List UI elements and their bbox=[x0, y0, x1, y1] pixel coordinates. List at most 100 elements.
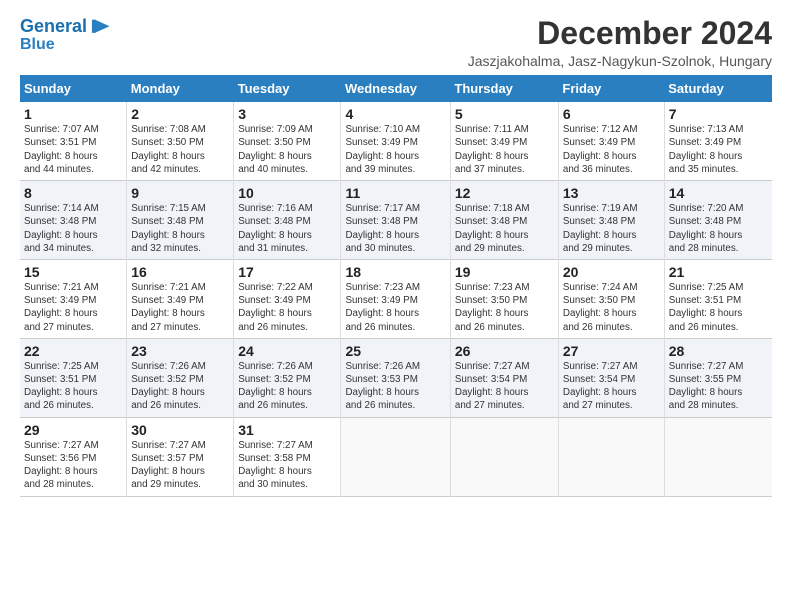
day-cell: 10 Sunrise: 7:16 AM Sunset: 3:48 PM Dayli… bbox=[234, 181, 341, 260]
day-detail: Sunrise: 7:27 AM Sunset: 3:57 PM Dayligh… bbox=[131, 440, 206, 491]
day-number: 9 bbox=[131, 185, 229, 201]
day-detail: Sunrise: 7:27 AM Sunset: 3:55 PM Dayligh… bbox=[669, 361, 744, 412]
day-number: 7 bbox=[669, 106, 768, 122]
day-detail: Sunrise: 7:16 AM Sunset: 3:48 PM Dayligh… bbox=[238, 203, 313, 254]
day-number: 6 bbox=[563, 106, 660, 122]
day-number: 5 bbox=[455, 106, 554, 122]
day-number: 15 bbox=[24, 264, 122, 280]
location: Jaszjakohalma, Jasz-Nagykun-Szolnok, Hun… bbox=[468, 53, 772, 69]
week-row-3: 15 Sunrise: 7:21 AM Sunset: 3:49 PM Dayli… bbox=[20, 259, 772, 338]
day-cell: 3 Sunrise: 7:09 AM Sunset: 3:50 PM Daylig… bbox=[234, 102, 341, 180]
day-number: 2 bbox=[131, 106, 229, 122]
day-detail: Sunrise: 7:25 AM Sunset: 3:51 PM Dayligh… bbox=[24, 361, 99, 412]
day-cell: 27Sunrise: 7:27 AM Sunset: 3:54 PM Dayli… bbox=[558, 338, 664, 417]
day-cell: 25 Sunrise: 7:26 AM Sunset: 3:53 PM Dayli… bbox=[341, 338, 450, 417]
day-cell: 4 Sunrise: 7:10 AM Sunset: 3:49 PM Daylig… bbox=[341, 102, 450, 180]
day-cell: 31Sunrise: 7:27 AM Sunset: 3:58 PM Dayli… bbox=[234, 417, 341, 496]
day-number: 10 bbox=[238, 185, 336, 201]
day-number: 30 bbox=[131, 422, 229, 438]
day-detail: Sunrise: 7:23 AM Sunset: 3:49 PM Dayligh… bbox=[345, 282, 420, 333]
col-saturday: Saturday bbox=[664, 75, 772, 102]
day-cell: 16 Sunrise: 7:21 AM Sunset: 3:49 PM Dayli… bbox=[127, 259, 234, 338]
day-detail: Sunrise: 7:25 AM Sunset: 3:51 PM Dayligh… bbox=[669, 282, 744, 333]
day-detail: Sunrise: 7:21 AM Sunset: 3:49 PM Dayligh… bbox=[24, 282, 99, 333]
day-detail: Sunrise: 7:19 AM Sunset: 3:48 PM Dayligh… bbox=[563, 203, 638, 254]
day-cell: 20Sunrise: 7:24 AM Sunset: 3:50 PM Dayli… bbox=[558, 259, 664, 338]
day-cell: 26Sunrise: 7:27 AM Sunset: 3:54 PM Dayli… bbox=[450, 338, 558, 417]
day-cell: 23 Sunrise: 7:26 AM Sunset: 3:52 PM Dayli… bbox=[127, 338, 234, 417]
day-detail: Sunrise: 7:20 AM Sunset: 3:48 PM Dayligh… bbox=[669, 203, 744, 254]
header-row: Sunday Monday Tuesday Wednesday Thursday… bbox=[20, 75, 772, 102]
day-number: 29 bbox=[24, 422, 122, 438]
col-wednesday: Wednesday bbox=[341, 75, 450, 102]
logo-text: General bbox=[20, 17, 87, 37]
day-cell: 29 Sunrise: 7:27 AM Sunset: 3:56 PM Dayli… bbox=[20, 417, 127, 496]
day-detail: Sunrise: 7:10 AM Sunset: 3:49 PM Dayligh… bbox=[345, 124, 420, 175]
day-number: 12 bbox=[455, 185, 554, 201]
day-cell: 2 Sunrise: 7:08 AM Sunset: 3:50 PM Daylig… bbox=[127, 102, 234, 180]
col-friday: Friday bbox=[558, 75, 664, 102]
day-number: 16 bbox=[131, 264, 229, 280]
day-number: 3 bbox=[238, 106, 336, 122]
day-detail: Sunrise: 7:26 AM Sunset: 3:52 PM Dayligh… bbox=[238, 361, 313, 412]
week-row-4: 22 Sunrise: 7:25 AM Sunset: 3:51 PM Dayli… bbox=[20, 338, 772, 417]
day-number: 8 bbox=[24, 185, 122, 201]
day-number: 19 bbox=[455, 264, 554, 280]
day-detail: Sunrise: 7:11 AM Sunset: 3:49 PM Dayligh… bbox=[455, 124, 529, 175]
day-detail: Sunrise: 7:26 AM Sunset: 3:52 PM Dayligh… bbox=[131, 361, 206, 412]
day-detail: Sunrise: 7:26 AM Sunset: 3:53 PM Dayligh… bbox=[345, 361, 420, 412]
day-cell: 30 Sunrise: 7:27 AM Sunset: 3:57 PM Dayli… bbox=[127, 417, 234, 496]
day-cell: 5 Sunrise: 7:11 AM Sunset: 3:49 PM Daylig… bbox=[450, 102, 558, 180]
day-number: 17 bbox=[238, 264, 336, 280]
logo-blue-text: Blue bbox=[20, 36, 111, 54]
col-sunday: Sunday bbox=[20, 75, 127, 102]
day-detail: Sunrise: 7:14 AM Sunset: 3:48 PM Dayligh… bbox=[24, 203, 99, 254]
logo-icon bbox=[89, 16, 111, 38]
day-number: 27 bbox=[563, 343, 660, 359]
day-detail: Sunrise: 7:12 AM Sunset: 3:49 PM Dayligh… bbox=[563, 124, 638, 175]
day-number: 23 bbox=[131, 343, 229, 359]
day-cell: 8 Sunrise: 7:14 AM Sunset: 3:48 PM Daylig… bbox=[20, 181, 127, 260]
day-detail: Sunrise: 7:27 AM Sunset: 3:56 PM Dayligh… bbox=[24, 440, 99, 491]
day-cell bbox=[664, 417, 772, 496]
col-thursday: Thursday bbox=[450, 75, 558, 102]
day-cell: 28 Sunrise: 7:27 AM Sunset: 3:55 PM Dayli… bbox=[664, 338, 772, 417]
day-cell bbox=[341, 417, 450, 496]
day-cell: 19 Sunrise: 7:23 AM Sunset: 3:50 PM Dayli… bbox=[450, 259, 558, 338]
day-cell: 22 Sunrise: 7:25 AM Sunset: 3:51 PM Dayli… bbox=[20, 338, 127, 417]
month-title: December 2024 bbox=[468, 16, 772, 51]
day-detail: Sunrise: 7:21 AM Sunset: 3:49 PM Dayligh… bbox=[131, 282, 206, 333]
day-detail: Sunrise: 7:13 AM Sunset: 3:49 PM Dayligh… bbox=[669, 124, 744, 175]
day-detail: Sunrise: 7:24 AM Sunset: 3:50 PM Dayligh… bbox=[563, 282, 638, 333]
day-detail: Sunrise: 7:15 AM Sunset: 3:48 PM Dayligh… bbox=[131, 203, 206, 254]
day-detail: Sunrise: 7:27 AM Sunset: 3:58 PM Dayligh… bbox=[238, 440, 313, 491]
day-number: 26 bbox=[455, 343, 554, 359]
day-detail: Sunrise: 7:18 AM Sunset: 3:48 PM Dayligh… bbox=[455, 203, 530, 254]
day-cell: 14 Sunrise: 7:20 AM Sunset: 3:48 PM Dayli… bbox=[664, 181, 772, 260]
day-cell: 11Sunrise: 7:17 AM Sunset: 3:48 PM Dayli… bbox=[341, 181, 450, 260]
col-tuesday: Tuesday bbox=[234, 75, 341, 102]
day-number: 25 bbox=[345, 343, 445, 359]
day-number: 14 bbox=[669, 185, 768, 201]
day-cell: 17 Sunrise: 7:22 AM Sunset: 3:49 PM Dayli… bbox=[234, 259, 341, 338]
calendar-table: Sunday Monday Tuesday Wednesday Thursday… bbox=[20, 75, 772, 496]
week-row-5: 29 Sunrise: 7:27 AM Sunset: 3:56 PM Dayli… bbox=[20, 417, 772, 496]
day-number: 24 bbox=[238, 343, 336, 359]
day-cell: 6 Sunrise: 7:12 AM Sunset: 3:49 PM Daylig… bbox=[558, 102, 664, 180]
day-number: 18 bbox=[345, 264, 445, 280]
day-number: 22 bbox=[24, 343, 122, 359]
day-cell: 1Sunrise: 7:07 AM Sunset: 3:51 PM Daylig… bbox=[20, 102, 127, 180]
day-number: 4 bbox=[345, 106, 445, 122]
day-number: 21 bbox=[669, 264, 768, 280]
week-row-2: 8 Sunrise: 7:14 AM Sunset: 3:48 PM Daylig… bbox=[20, 181, 772, 260]
week-row-1: 1Sunrise: 7:07 AM Sunset: 3:51 PM Daylig… bbox=[20, 102, 772, 180]
day-cell: 9 Sunrise: 7:15 AM Sunset: 3:48 PM Daylig… bbox=[127, 181, 234, 260]
day-detail: Sunrise: 7:09 AM Sunset: 3:50 PM Dayligh… bbox=[238, 124, 313, 175]
day-detail: Sunrise: 7:08 AM Sunset: 3:50 PM Dayligh… bbox=[131, 124, 206, 175]
day-detail: Sunrise: 7:22 AM Sunset: 3:49 PM Dayligh… bbox=[238, 282, 313, 333]
col-monday: Monday bbox=[127, 75, 234, 102]
day-detail: Sunrise: 7:23 AM Sunset: 3:50 PM Dayligh… bbox=[455, 282, 530, 333]
day-number: 28 bbox=[669, 343, 768, 359]
day-number: 1 bbox=[24, 106, 122, 122]
day-cell: 15 Sunrise: 7:21 AM Sunset: 3:49 PM Dayli… bbox=[20, 259, 127, 338]
